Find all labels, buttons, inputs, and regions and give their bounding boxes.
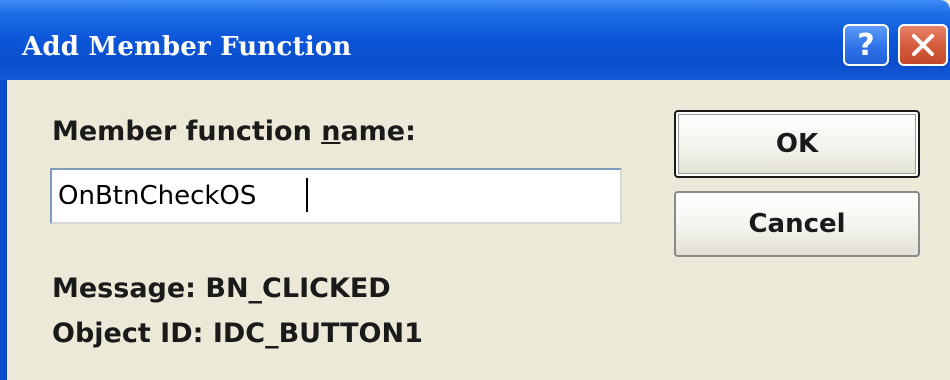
text-caret [306, 178, 308, 212]
message-label: Message: BN_CLICKED [52, 273, 391, 304]
window-title: Add Member Function [22, 32, 352, 62]
close-icon [912, 34, 934, 56]
member-function-name-input[interactable] [50, 168, 622, 224]
add-member-function-dialog: Add Member Function ? Member function na… [0, 0, 950, 380]
object-id-label: Object ID: IDC_BUTTON1 [52, 318, 423, 349]
close-button[interactable] [898, 24, 948, 66]
help-icon: ? [857, 27, 875, 63]
title-bar[interactable]: Add Member Function ? [0, 0, 950, 80]
cancel-button[interactable]: Cancel [674, 191, 920, 257]
help-button[interactable]: ? [843, 24, 889, 66]
ok-button[interactable]: OK [674, 110, 920, 178]
mnemonic-underline: n [321, 116, 341, 147]
member-function-name-label: Member function name: [52, 116, 416, 147]
window-left-border [0, 80, 7, 380]
